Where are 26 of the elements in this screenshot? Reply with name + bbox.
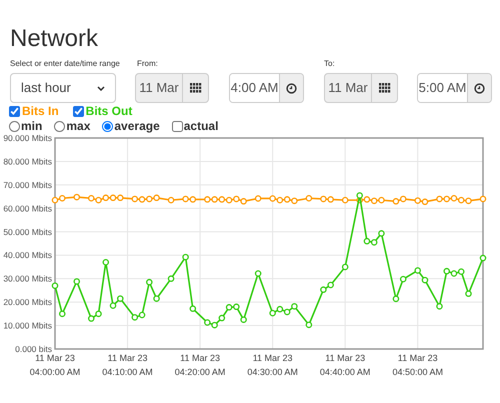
from-label: From:: [137, 59, 158, 68]
y-axis-label: 10.000 Mbits: [3, 320, 52, 331]
mode-label: max: [66, 119, 90, 134]
y-axis-label: 30.000 Mbits: [3, 274, 52, 284]
x-axis-label: 11 Mar 23 04:20:00 AM: [174, 353, 226, 377]
x-axis-label: 11 Mar 23 04:30:00 AM: [247, 353, 298, 377]
x-axis-label: 11 Mar 23 04:10:00 AM: [102, 353, 153, 377]
mode-label: average: [114, 119, 160, 134]
y-axis-label: 80.000 Mbits: [3, 156, 52, 166]
y-axis-label: 50.000 Mbits: [3, 226, 52, 237]
y-axis-label: 40.000 Mbits: [3, 250, 52, 260]
page-title: Network: [10, 26, 98, 52]
y-axis-label: 90.000 Mbits: [3, 134, 52, 143]
y-axis-label: 0.000 bits: [15, 344, 52, 354]
y-axis-label: 20.000 Mbits: [3, 297, 52, 308]
mode-label: min: [21, 119, 42, 134]
range-label: Select or enter date/time range: [10, 59, 120, 68]
x-axis-label: 11 Mar 23 04:00:00 AM: [30, 353, 80, 377]
x-axis-label: 11 Mar 23 04:50:00 AM: [392, 353, 443, 377]
to-label: To:: [324, 58, 335, 70]
y-axis-label: 60.000 Mbits: [3, 203, 52, 214]
series-label: Bits In: [22, 104, 59, 119]
x-axis-label: 11 Mar 23 04:40:00 AM: [320, 353, 370, 377]
mode-label: actual: [184, 119, 218, 134]
series-label: Bits Out: [86, 104, 132, 119]
y-axis-label: 70.000 Mbits: [3, 180, 52, 190]
